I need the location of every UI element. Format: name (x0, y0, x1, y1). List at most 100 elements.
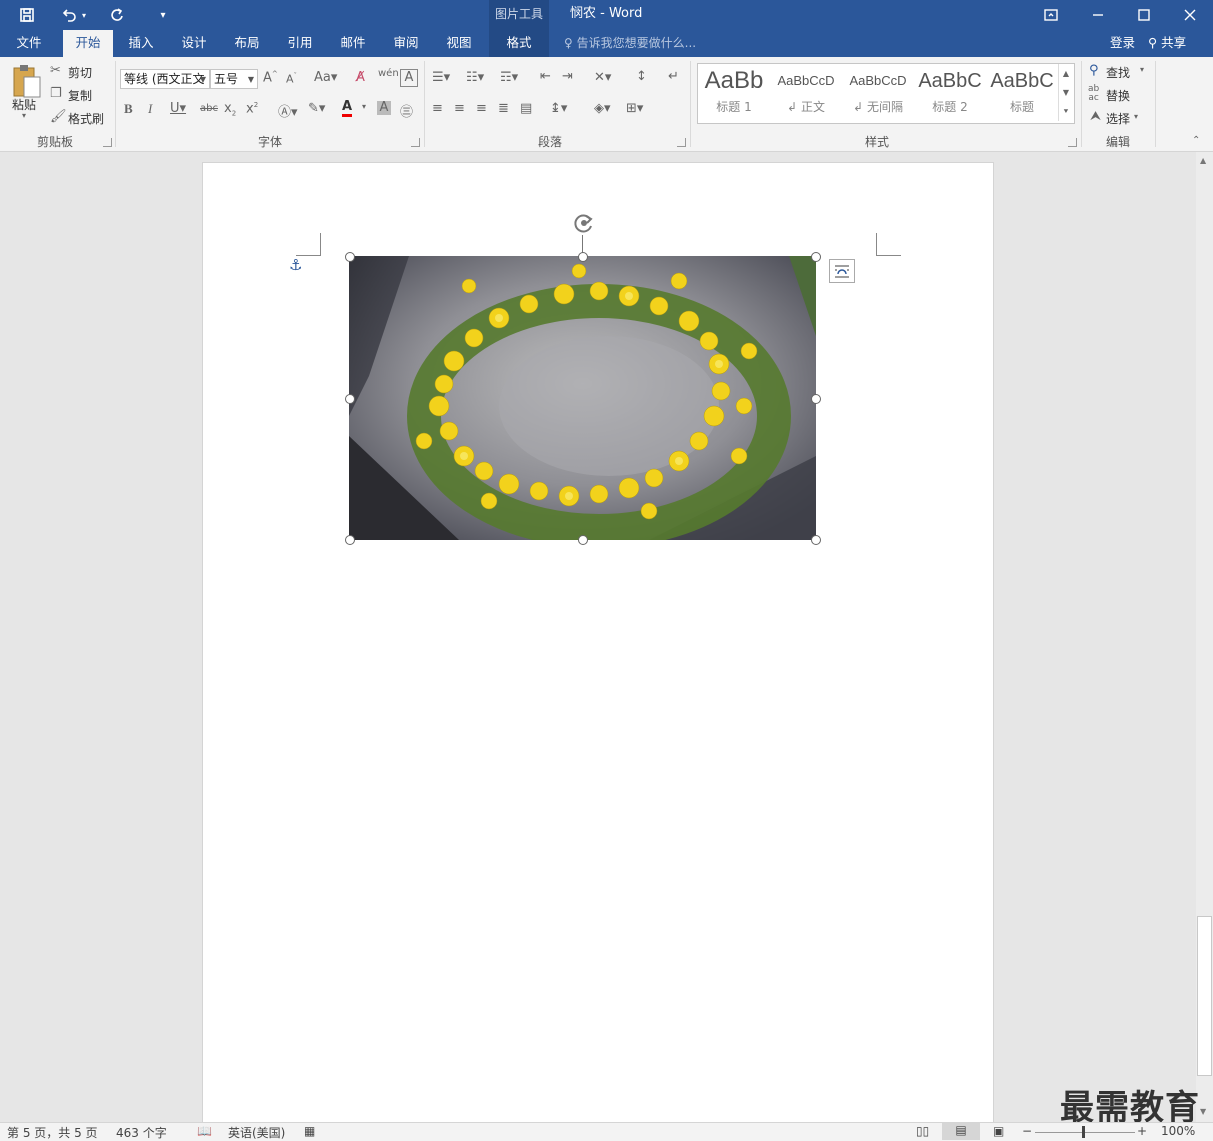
page-count[interactable]: 第 5 页，共 5 页 (7, 1124, 98, 1141)
vertical-scrollbar[interactable]: ▲ ▼ (1196, 152, 1213, 1122)
resize-handle-top-right[interactable] (811, 252, 821, 262)
sort-icon[interactable]: ↕ (636, 69, 647, 84)
read-mode-icon[interactable]: ▯▯ (916, 1124, 929, 1138)
subscript-icon[interactable]: x2 (224, 101, 236, 118)
tab-design[interactable]: 设计 (171, 30, 217, 57)
layout-options-icon[interactable] (829, 259, 855, 283)
clipboard-launcher-icon[interactable] (103, 138, 112, 147)
close-icon[interactable] (1167, 0, 1213, 30)
replace-button[interactable]: 替换 (1106, 87, 1130, 104)
scroll-down-icon[interactable]: ▼ (1200, 1107, 1206, 1116)
selected-picture[interactable] (349, 256, 816, 548)
highlight-color-icon[interactable]: ✎▾ (308, 101, 325, 116)
show-formatting-marks-icon[interactable]: ↵ (668, 69, 679, 84)
align-right-icon[interactable]: ≡ (476, 101, 487, 116)
gallery-down-icon[interactable]: ▼ (1059, 83, 1073, 102)
cut-button[interactable]: 剪切 (68, 64, 92, 81)
resize-handle-bottom[interactable] (578, 535, 588, 545)
multilevel-list-icon[interactable]: ☶▾ (500, 70, 518, 85)
font-size-combo[interactable]: 五号 ▼ (210, 69, 258, 89)
decrease-indent-icon[interactable]: ⇤ (540, 69, 551, 84)
font-launcher-icon[interactable] (411, 138, 420, 147)
copy-button[interactable]: 复制 (68, 87, 92, 104)
ribbon-display-options-icon[interactable] (1028, 0, 1074, 30)
distributed-icon[interactable]: ▤ (520, 101, 532, 116)
undo-dropdown-icon[interactable]: ▾ (78, 4, 90, 26)
style-title[interactable]: AaBbC 标题 (988, 66, 1056, 120)
character-shading-icon[interactable]: A (377, 101, 391, 115)
language-indicator[interactable]: 英语(美国) (228, 1124, 285, 1141)
scrollbar-thumb[interactable] (1197, 916, 1212, 1076)
underline-icon[interactable]: U▾ (170, 101, 186, 116)
web-layout-icon[interactable]: ▣ (993, 1124, 1004, 1138)
phonetic-guide-icon[interactable]: wén (378, 68, 399, 79)
zoom-in-icon[interactable]: + (1137, 1124, 1147, 1138)
rotate-handle-icon[interactable] (572, 211, 596, 235)
sign-in-link[interactable]: 登录 (1110, 30, 1135, 57)
undo-icon[interactable] (58, 4, 80, 26)
gallery-up-icon[interactable]: ▲ (1059, 64, 1073, 83)
style-heading-1[interactable]: AaBb 标题 1 (700, 66, 768, 120)
gallery-scroll[interactable]: ▲ ▼ ⯆ (1058, 64, 1073, 121)
font-color-icon[interactable]: A (342, 100, 353, 117)
line-spacing-icon[interactable]: ↨▾ (550, 101, 567, 116)
style-no-spacing[interactable]: AaBbCcD ↲ 无间隔 (844, 66, 912, 120)
font-name-combo[interactable]: 等线 (西文正文 ▼ (120, 69, 210, 89)
clear-formatting-icon[interactable]: A̸ (356, 70, 365, 85)
select-dropdown-icon[interactable]: ▾ (1134, 112, 1138, 121)
tab-insert[interactable]: 插入 (118, 30, 164, 57)
zoom-out-icon[interactable]: − (1022, 1124, 1032, 1138)
change-case-icon[interactable]: Aa▾ (314, 70, 337, 85)
italic-icon[interactable]: I (148, 101, 152, 117)
proofing-icon[interactable]: 📖 (197, 1124, 212, 1138)
macro-recording-icon[interactable]: ▦ (304, 1124, 315, 1138)
tab-format[interactable]: 格式 (489, 30, 549, 57)
bullets-icon[interactable]: ☰▾ (432, 70, 450, 85)
zoom-level[interactable]: 100% (1161, 1124, 1195, 1138)
maximize-icon[interactable] (1121, 0, 1167, 30)
scroll-up-icon[interactable]: ▲ (1200, 156, 1206, 165)
styles-launcher-icon[interactable] (1068, 138, 1077, 147)
word-count[interactable]: 463 个字 (116, 1124, 167, 1141)
tab-file[interactable]: 文件 (6, 30, 52, 57)
collapse-ribbon-icon[interactable]: ⌃ (1192, 135, 1200, 146)
print-layout-icon[interactable]: ▤ (942, 1123, 980, 1140)
share-button[interactable]: ⚲ 共享 (1148, 30, 1213, 57)
shading-icon[interactable]: ◈▾ (594, 101, 611, 116)
tab-review[interactable]: 审阅 (383, 30, 429, 57)
strikethrough-icon[interactable]: abc (200, 103, 218, 114)
font-color-dropdown-icon[interactable]: ▾ (362, 102, 366, 111)
chinese-layout-icon[interactable]: ✕▾ (594, 70, 611, 85)
increase-indent-icon[interactable]: ⇥ (562, 69, 573, 84)
save-icon[interactable] (16, 4, 38, 26)
redo-icon[interactable] (106, 4, 128, 26)
resize-handle-bottom-left[interactable] (345, 535, 355, 545)
numbering-icon[interactable]: ☷▾ (466, 70, 484, 85)
resize-handle-top[interactable] (578, 252, 588, 262)
tab-home[interactable]: 开始 (63, 30, 113, 57)
superscript-icon[interactable]: x2 (246, 101, 258, 116)
tell-me-search[interactable]: ♀ 告诉我您想要做什么... (564, 30, 696, 57)
minimize-icon[interactable] (1075, 0, 1121, 30)
zoom-slider[interactable] (1035, 1132, 1135, 1133)
tab-references[interactable]: 引用 (277, 30, 323, 57)
resize-handle-left[interactable] (345, 394, 355, 404)
text-effects-icon[interactable]: Ⓐ▾ (278, 101, 298, 120)
borders-icon[interactable]: ⊞▾ (626, 101, 643, 116)
style-heading-2[interactable]: AaBbC 标题 2 (916, 66, 984, 120)
zoom-slider-thumb[interactable] (1082, 1126, 1085, 1138)
resize-handle-bottom-right[interactable] (811, 535, 821, 545)
align-left-icon[interactable]: ≡ (432, 101, 443, 116)
tab-mailings[interactable]: 邮件 (330, 30, 376, 57)
style-normal[interactable]: AaBbCcD ↲ 正文 (772, 66, 840, 120)
resize-handle-top-left[interactable] (345, 252, 355, 262)
tab-layout[interactable]: 布局 (224, 30, 270, 57)
find-button[interactable]: 查找 (1106, 64, 1130, 81)
anchor-icon[interactable]: ⚓ (289, 256, 302, 274)
find-dropdown-icon[interactable]: ▾ (1140, 65, 1144, 74)
paragraph-launcher-icon[interactable] (677, 138, 686, 147)
grow-font-icon[interactable]: A^ (263, 70, 278, 85)
align-center-icon[interactable]: ≡ (454, 101, 465, 116)
bold-icon[interactable]: B (124, 101, 133, 117)
customize-quick-access-icon[interactable]: ▾ (152, 4, 174, 26)
